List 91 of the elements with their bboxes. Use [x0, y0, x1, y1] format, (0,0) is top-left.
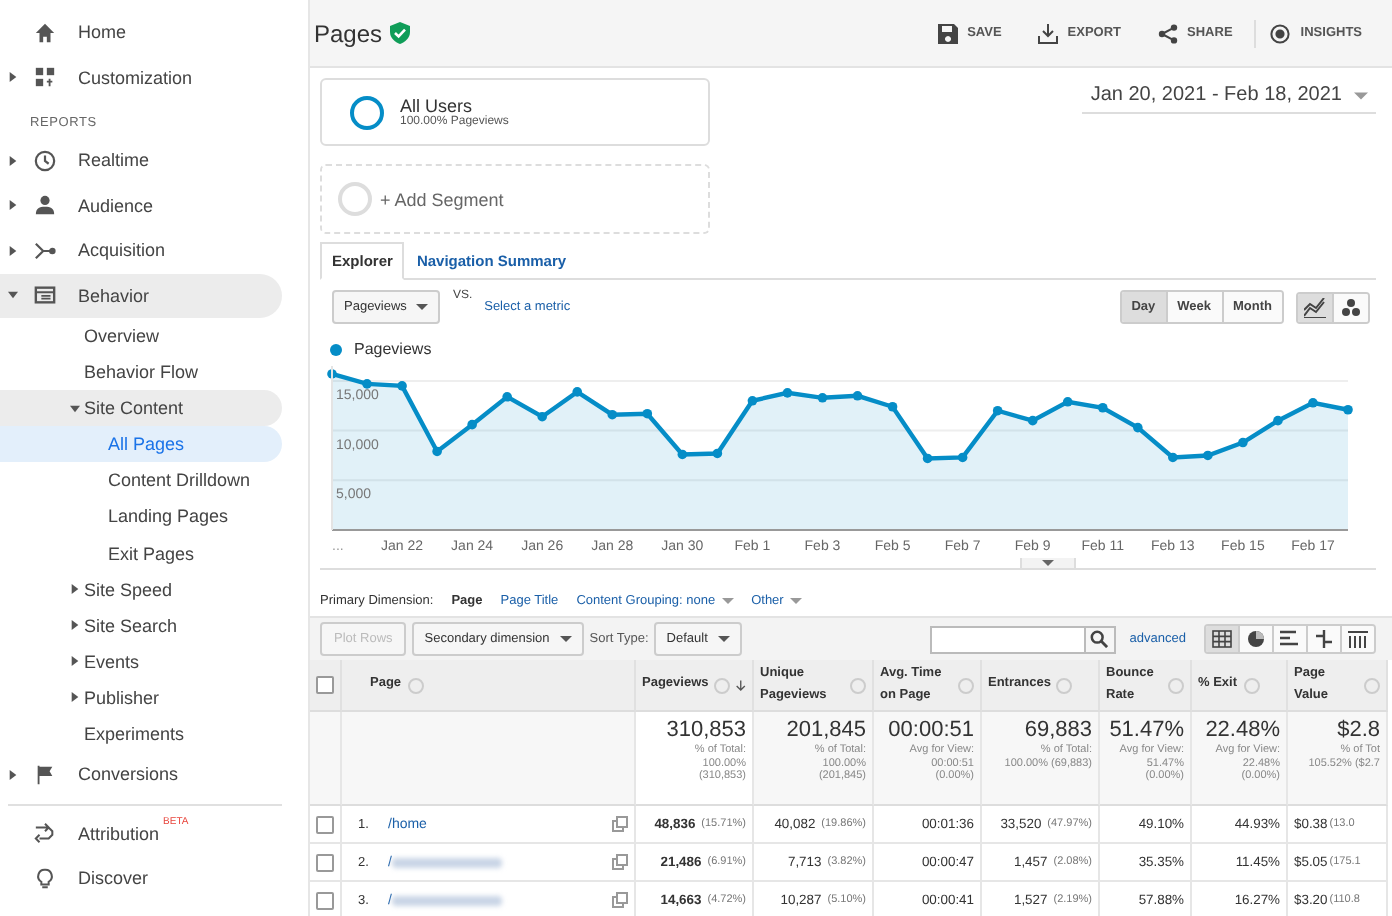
caret-icon	[8, 290, 18, 301]
nav-item[interactable]: Audience	[0, 183, 282, 228]
search-field[interactable]	[929, 625, 1086, 653]
caret-icon	[8, 200, 18, 211]
clock-icon	[34, 149, 56, 172]
comparison-view-button[interactable]	[1306, 626, 1340, 652]
lightbulb-icon	[34, 867, 56, 889]
insights-icon	[1270, 23, 1291, 43]
nav-item[interactable]: Publisher	[0, 679, 282, 716]
table-view-button[interactable]	[1206, 626, 1238, 652]
arrows-icon	[34, 822, 56, 844]
caret-icon	[70, 656, 80, 667]
home-icon	[34, 21, 56, 44]
nav-item[interactable]: Experiments	[0, 715, 282, 752]
sort-down-icon	[736, 677, 746, 693]
segment-name: All Users	[400, 96, 473, 116]
total-value: 51.47%	[1109, 718, 1184, 742]
caret-icon	[8, 769, 18, 779]
select-all-checkbox[interactable]	[316, 676, 334, 694]
dashboard-icon	[34, 66, 56, 89]
add-segment-button[interactable]: + Add Segment	[320, 164, 710, 234]
caret-icon	[1354, 91, 1368, 99]
search-icon	[1090, 630, 1109, 648]
pie-chart-icon	[1246, 630, 1266, 648]
bubbles-chart-button[interactable]	[1332, 293, 1368, 321]
nav-item[interactable]: Acquisition	[0, 228, 282, 273]
row-checkbox[interactable]	[316, 815, 334, 833]
branch-icon	[34, 239, 56, 262]
row-checkbox[interactable]	[316, 891, 334, 909]
caret-icon	[70, 620, 80, 631]
caret-icon	[8, 72, 18, 83]
nav-item[interactable]: All Pages	[0, 426, 282, 463]
download-icon	[1037, 23, 1058, 43]
beta-label: BETA	[163, 816, 189, 829]
open-page-icon[interactable]	[612, 892, 628, 908]
open-page-icon[interactable]	[612, 816, 628, 832]
line-chart-button[interactable]	[1298, 293, 1332, 321]
line-chart-icon	[1304, 297, 1326, 317]
pivot-view-button[interactable]	[1340, 626, 1374, 652]
total-value: 69,883	[1024, 718, 1092, 742]
page-title: Pages	[314, 19, 383, 47]
nav-item[interactable]: Events	[0, 643, 282, 680]
flag-icon	[34, 763, 56, 785]
nav-item[interactable]: Home	[0, 10, 282, 55]
total-value: 00:00:51	[888, 718, 974, 742]
nav-item[interactable]: Overview	[0, 318, 282, 354]
nav-item[interactable]: Customization	[0, 55, 282, 100]
row-checkbox[interactable]	[316, 853, 334, 871]
share-icon	[1157, 23, 1178, 43]
segment-ring-icon	[350, 95, 384, 129]
caret-icon	[70, 692, 80, 703]
person-icon	[34, 194, 56, 217]
nav-item[interactable]: Site Search	[0, 607, 282, 644]
nav-item[interactable]: Behavior	[0, 273, 282, 318]
nav-item[interactable]: Discover	[0, 855, 282, 901]
pie-view-button[interactable]	[1238, 626, 1272, 652]
nav-item[interactable]: Behavior Flow	[0, 354, 282, 390]
total-value: $2.8	[1337, 718, 1380, 742]
bubbles-icon	[1340, 297, 1362, 317]
grid-icon	[1212, 630, 1232, 648]
total-value: 22.48%	[1205, 718, 1280, 742]
caret-icon	[559, 636, 572, 642]
caret-icon	[717, 636, 730, 642]
nav-item[interactable]: Realtime	[0, 138, 282, 183]
nav-item[interactable]: Attribution $^{BETA}$	[0, 810, 282, 856]
open-page-icon[interactable]	[612, 854, 628, 870]
nav-item[interactable]: Conversions	[0, 751, 282, 797]
bar-view-button[interactable]	[1272, 626, 1306, 652]
caret-icon	[1042, 560, 1054, 566]
shield-check-icon	[390, 22, 411, 44]
blurred-text	[391, 892, 502, 908]
collapse-handle[interactable]	[1020, 558, 1076, 570]
caret-icon	[70, 584, 80, 595]
nav-item[interactable]: Site Content	[0, 390, 282, 426]
date-range-picker[interactable]: Jan 20, 2021 - Feb 18, 2021	[1082, 82, 1376, 114]
nav-item[interactable]: Landing Pages	[0, 498, 282, 536]
caret-icon	[8, 155, 18, 166]
total-value: 310,853	[666, 718, 746, 742]
nav-item[interactable]: Content Drilldown	[0, 462, 282, 499]
total-value: 201,845	[786, 718, 866, 742]
caret-icon	[70, 403, 80, 413]
columns-icon	[1348, 630, 1368, 648]
nav-item[interactable]: Site Speed	[0, 571, 282, 608]
caret-icon	[416, 304, 429, 310]
legend-label: Pageviews	[354, 340, 432, 358]
bars-icon	[1280, 630, 1300, 648]
blurred-text	[391, 854, 502, 870]
comparison-icon	[1314, 630, 1334, 648]
nav-item[interactable]: Exit Pages	[0, 535, 282, 572]
caret-icon	[8, 245, 18, 256]
window-icon	[34, 284, 56, 307]
